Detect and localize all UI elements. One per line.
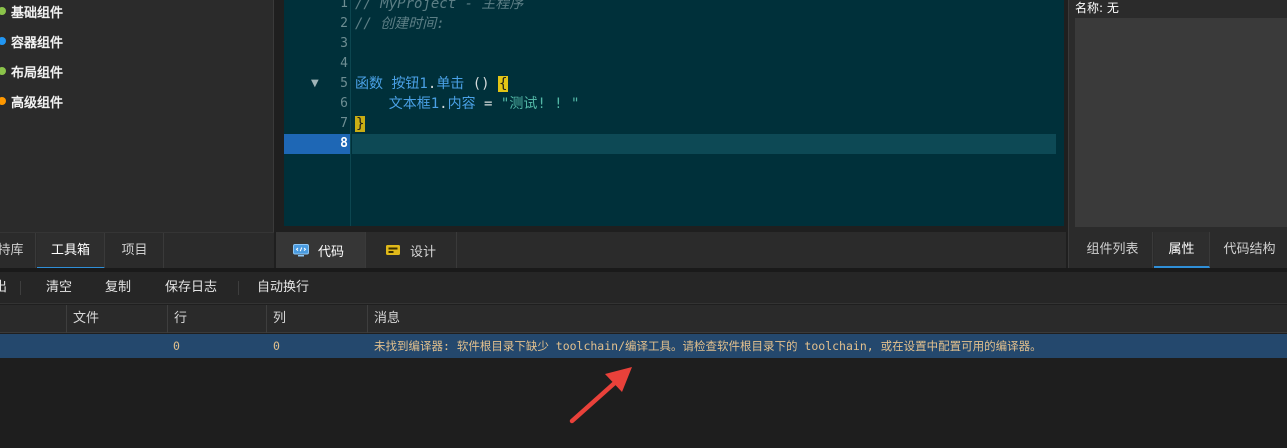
cell-column: 0 bbox=[273, 339, 280, 353]
cell-file bbox=[72, 334, 167, 358]
category-dot-icon bbox=[0, 7, 6, 15]
clear-button[interactable]: 清空 bbox=[46, 272, 72, 304]
toolbar-separator bbox=[238, 281, 239, 295]
tab-code-structure[interactable]: 代码结构 bbox=[1211, 232, 1287, 268]
column-header-line[interactable]: 行 bbox=[167, 305, 266, 333]
column-header-file[interactable]: 文件 bbox=[66, 305, 167, 333]
category-label: 高级组件 bbox=[11, 95, 64, 111]
line-number-gutter: 1 2 3 4 ▼ 5 6 7 8 bbox=[284, 0, 351, 226]
current-line-number: 8 bbox=[284, 134, 350, 154]
column-header-type[interactable] bbox=[0, 305, 66, 333]
cell-message: 未找到编译器: 软件根目录下缺少 toolchain/编译工具。请检查软件根目录… bbox=[374, 339, 1042, 353]
tab-design-label: 设计 bbox=[410, 244, 437, 260]
tab-project[interactable]: 项目 bbox=[106, 233, 164, 269]
design-icon bbox=[385, 244, 401, 257]
output-title: 出 bbox=[0, 280, 8, 295]
category-basic[interactable]: 基础组件 bbox=[0, 0, 63, 22]
line-number: 2 bbox=[340, 16, 348, 31]
category-dot-icon bbox=[0, 97, 6, 105]
category-layout[interactable]: 布局组件 bbox=[0, 60, 63, 82]
matched-brace-open: { bbox=[498, 76, 509, 92]
code-line-5: 函数 按钮1.单击 () { bbox=[355, 74, 509, 94]
editor-tab-bar: 代码 设计 bbox=[276, 232, 1066, 268]
dot-operator: . bbox=[439, 96, 448, 112]
category-advanced[interactable]: 高级组件 bbox=[0, 90, 63, 112]
tab-toolbox[interactable]: 工具箱 bbox=[37, 233, 105, 269]
tab-library[interactable]: 持库 bbox=[0, 233, 36, 269]
line-number: 5 bbox=[340, 76, 348, 91]
parens: () bbox=[464, 76, 499, 92]
line-number: 4 bbox=[340, 56, 348, 71]
category-label: 容器组件 bbox=[11, 35, 64, 51]
current-line-highlight bbox=[352, 134, 1056, 154]
output-empty-area bbox=[0, 358, 1287, 448]
category-label: 布局组件 bbox=[11, 65, 64, 81]
copy-button[interactable]: 复制 bbox=[105, 272, 131, 304]
code-line-2: // 创建时间: bbox=[355, 16, 445, 32]
assign-operator: = bbox=[475, 96, 501, 112]
property-identifier: 内容 bbox=[447, 96, 476, 112]
event-identifier: 单击 bbox=[436, 76, 465, 92]
word-wrap-toggle[interactable]: 自动换行 bbox=[257, 272, 309, 304]
left-tab-bar: 持库 工具箱 项目 bbox=[0, 232, 274, 269]
tab-component-list[interactable]: 组件列表 bbox=[1073, 232, 1153, 268]
output-table-header: 文件 行 列 消息 bbox=[0, 305, 1287, 333]
category-label: 基础组件 bbox=[11, 5, 64, 21]
category-dot-icon bbox=[0, 67, 6, 75]
red-arrow-annotation-icon bbox=[569, 367, 632, 424]
code-line-1: // MyProject - 主程序 bbox=[355, 0, 524, 12]
category-dot-icon bbox=[0, 37, 6, 45]
toolbox-panel: 基础组件 容器组件 布局组件 高级组件 持库 工具箱 项目 bbox=[0, 0, 274, 269]
tab-code[interactable]: 代码 bbox=[276, 232, 366, 268]
properties-panel: 名称: 无 组件列表 属性 代码结构 bbox=[1068, 0, 1287, 268]
save-log-button[interactable]: 保存日志 bbox=[165, 272, 217, 304]
table-row[interactable]: 0 0 未找到编译器: 软件根目录下缺少 toolchain/编译工具。请检查软… bbox=[0, 334, 1287, 358]
code-line-6: 文本框1.内容 = "测试! ! " bbox=[355, 94, 580, 114]
tab-properties[interactable]: 属性 bbox=[1154, 232, 1210, 268]
code-editor[interactable]: 1 2 3 4 ▼ 5 6 7 8 // MyProject - 主程序 // … bbox=[284, 0, 1064, 226]
line-number: 3 bbox=[340, 36, 348, 51]
code-monitor-icon bbox=[293, 243, 309, 257]
right-tab-bar: 组件列表 属性 代码结构 bbox=[1069, 232, 1287, 268]
object-identifier: 按钮1 bbox=[391, 76, 428, 92]
matched-brace-close: } bbox=[355, 116, 366, 132]
line-number: 7 bbox=[340, 116, 348, 131]
property-grid[interactable] bbox=[1075, 18, 1287, 227]
output-toolbar: 出 清空 复制 保存日志 自动换行 bbox=[0, 272, 1287, 304]
toolbar-separator bbox=[20, 281, 21, 295]
property-name-label: 名称: 无 bbox=[1075, 1, 1119, 15]
cell-line: 0 bbox=[173, 339, 180, 353]
cell-type bbox=[0, 334, 66, 358]
string-literal: "测试! ! " bbox=[500, 96, 580, 112]
line-number: 6 bbox=[340, 96, 348, 111]
tab-design[interactable]: 设计 bbox=[367, 232, 457, 268]
line-number: 1 bbox=[340, 0, 348, 11]
tab-code-label: 代码 bbox=[318, 244, 345, 260]
code-line-7: } bbox=[355, 114, 366, 134]
column-header-column[interactable]: 列 bbox=[266, 305, 367, 333]
keyword-function: 函数 bbox=[355, 76, 383, 92]
column-header-message[interactable]: 消息 bbox=[367, 305, 1287, 333]
category-container[interactable]: 容器组件 bbox=[0, 30, 63, 52]
object-identifier: 文本框1 bbox=[388, 96, 440, 112]
